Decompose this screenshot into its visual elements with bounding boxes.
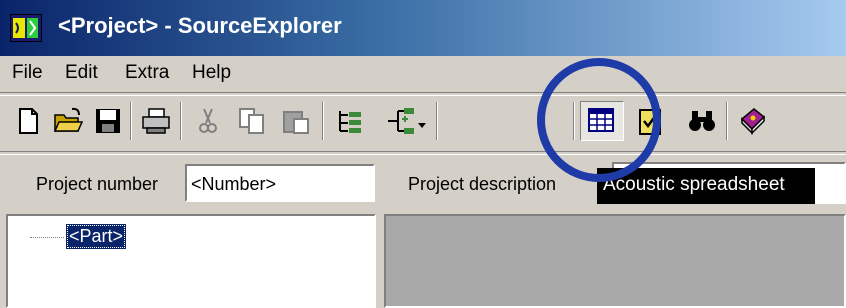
project-number-field[interactable]: <Number>	[185, 164, 375, 202]
toolbar-separator	[726, 102, 728, 140]
tree-insert-icon[interactable]	[380, 105, 428, 137]
project-tree[interactable]: <Part>	[6, 214, 376, 308]
help-book-icon[interactable]	[736, 105, 768, 137]
toolbar	[0, 96, 846, 150]
checklist-icon[interactable]	[634, 105, 666, 137]
toolbar-separator	[436, 102, 438, 140]
save-icon[interactable]	[92, 105, 124, 137]
tree-add-icon[interactable]	[334, 105, 366, 137]
menu-bar: File Edit Extra Help	[0, 57, 846, 91]
window-title: <Project> - SourceExplorer	[58, 13, 342, 38]
menu-help[interactable]: Help	[192, 62, 231, 84]
copy-icon[interactable]	[236, 105, 268, 137]
toolbar-separator	[573, 102, 575, 140]
paste-icon[interactable]	[280, 105, 312, 137]
title-bar: <Project> - SourceExplorer	[0, 0, 846, 56]
toolbar-separator	[322, 102, 324, 140]
content-panel	[384, 214, 846, 308]
project-number-label: Project number	[36, 174, 159, 194]
find-binoculars-icon[interactable]	[686, 105, 718, 137]
new-file-icon[interactable]	[12, 105, 44, 137]
tree-connector	[30, 237, 64, 238]
project-description-label: Project description	[408, 174, 557, 194]
acoustic-spreadsheet-icon[interactable]	[580, 101, 624, 141]
print-icon[interactable]	[140, 105, 172, 137]
toolbar-separator	[180, 102, 182, 140]
toolbar-bottom-separator	[0, 151, 846, 155]
menu-file[interactable]: File	[12, 62, 43, 84]
cut-icon[interactable]	[192, 105, 224, 137]
tooltip: Acoustic spreadsheet	[597, 168, 815, 204]
toolbar-separator	[130, 102, 132, 140]
app-icon	[10, 14, 42, 42]
open-folder-icon[interactable]	[52, 105, 84, 137]
tree-node-part[interactable]: <Part>	[66, 224, 127, 249]
menu-edit[interactable]: Edit	[65, 62, 98, 84]
menu-extra[interactable]: Extra	[125, 62, 169, 84]
